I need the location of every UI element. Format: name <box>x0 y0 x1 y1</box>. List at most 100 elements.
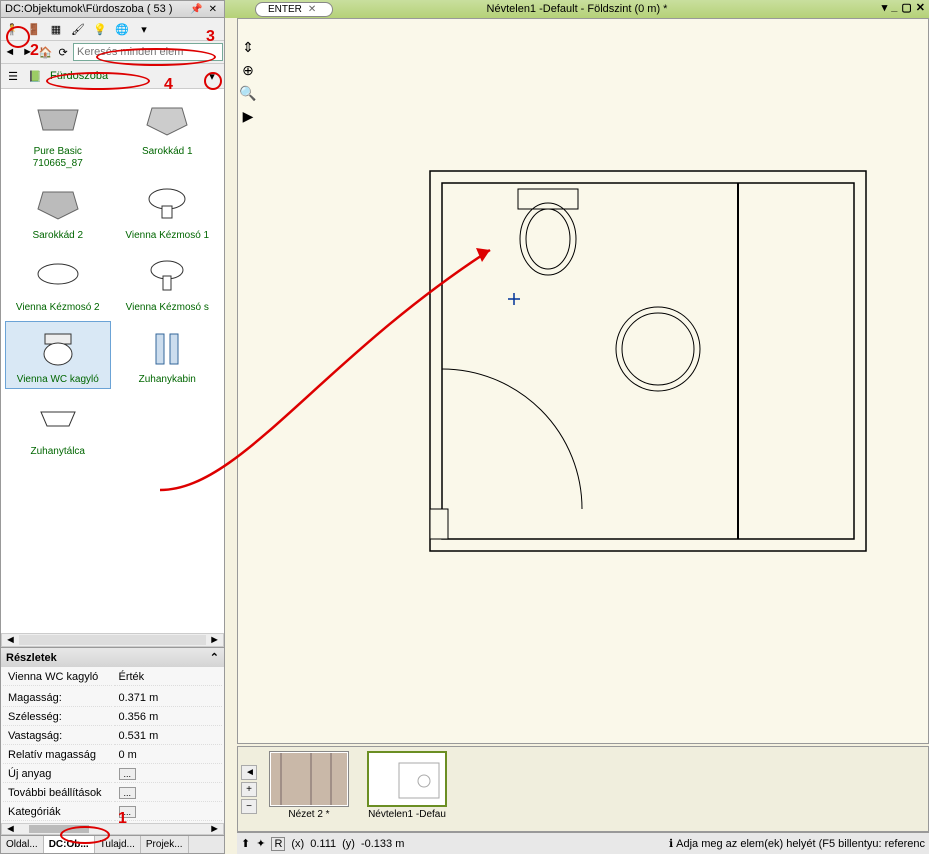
globe-icon[interactable]: 🌐 <box>112 19 132 39</box>
coord-y-label: (y) <box>342 838 355 850</box>
preview-tile[interactable]: Névtelen1 -Defau <box>362 751 452 827</box>
panel-toolbar-1: 🧍 🚪 ▦ 🖌 💡 🌐 ▾ <box>1 18 224 41</box>
zoom-icon[interactable]: 🔍 <box>239 85 256 102</box>
pan-up-down-icon[interactable]: ⇕ <box>242 39 254 56</box>
object-thumb <box>139 180 195 228</box>
details-header[interactable]: Részletek ⌃ <box>1 648 224 667</box>
panel-toolbar-nav: ◄ ► 🏠 ⟳ <box>1 41 224 64</box>
north-icon[interactable]: ⬆ <box>241 837 250 850</box>
panel-tab[interactable]: DC:Ob... <box>44 836 95 853</box>
zoom-plus-icon[interactable]: + <box>241 782 257 797</box>
status-bar: ⬆ ✦ R (x) 0.111 (y) -0.133 m ℹ Adja meg … <box>237 832 929 854</box>
object-item[interactable]: Vienna Kézmosó s <box>115 249 221 317</box>
object-thumb <box>139 252 195 300</box>
detail-key: Vastagság: <box>3 728 112 745</box>
main-area: ENTER ✕ Névtelen1 -Default - Földszint (… <box>225 0 929 854</box>
object-item[interactable]: Pure Basic 710665_87 <box>5 93 111 173</box>
object-item[interactable]: Vienna Kézmosó 2 <box>5 249 111 317</box>
minimize-icon[interactable]: _ <box>889 1 899 14</box>
dropdown-icon[interactable]: ▾ <box>202 66 222 86</box>
preview-nav: ◄ + − <box>238 762 260 817</box>
maximize-icon[interactable]: ▢ <box>899 1 913 14</box>
detail-key: Új anyag <box>3 766 112 783</box>
door-icon[interactable]: 🚪 <box>24 19 44 39</box>
main-titlebar: ENTER ✕ Névtelen1 -Default - Földszint (… <box>225 0 929 18</box>
object-item[interactable]: Zuhanykabin <box>115 321 221 389</box>
preview-tile[interactable]: Nézet 2 * <box>264 751 354 827</box>
detail-key: Relatív magasság <box>3 747 112 764</box>
object-label: Vienna WC kagyló <box>17 374 99 386</box>
object-item[interactable]: Sarokkád 2 <box>5 177 111 245</box>
detail-value[interactable]: 0.371 m <box>114 690 223 707</box>
paint-icon[interactable]: 🖌 <box>68 19 88 39</box>
breadcrumb-text[interactable]: Fürdoszoba <box>47 69 200 83</box>
view-tab-label: ENTER <box>268 4 302 15</box>
back-icon[interactable]: ◄ <box>2 42 18 62</box>
hscroll[interactable]: ◄► <box>1 633 224 647</box>
details-title: Részletek <box>6 652 57 664</box>
pin-icon[interactable]: 📌 <box>187 4 205 15</box>
refresh-icon[interactable]: ⟳ <box>55 42 71 62</box>
object-item[interactable]: Vienna Kézmosó 1 <box>115 177 221 245</box>
relative-icon[interactable]: R <box>271 837 285 851</box>
ellipsis-button[interactable]: ... <box>119 768 137 780</box>
settings-icon[interactable]: ▾ <box>134 19 154 39</box>
bottom-tabs: Oldal...DC:Ob...Tulajd...Projek... <box>1 835 224 853</box>
list-view-icon[interactable]: ☰ <box>3 66 23 86</box>
panel-tab[interactable]: Tulajd... <box>95 836 141 853</box>
home-icon[interactable]: 🏠 <box>38 42 54 62</box>
tab-close-icon[interactable]: ✕ <box>308 4 316 15</box>
ellipsis-button[interactable]: ... <box>119 787 137 799</box>
detail-value[interactable]: 0.531 m <box>114 728 223 745</box>
light-icon[interactable]: 💡 <box>90 19 110 39</box>
minimize-to-tray-icon[interactable]: ▾ <box>880 1 890 14</box>
panel-tab[interactable]: Projek... <box>141 836 189 853</box>
object-label: Vienna Kézmosó 1 <box>125 230 209 242</box>
close-icon[interactable]: ✕ <box>206 4 220 15</box>
object-label: Zuhanykabin <box>139 374 196 386</box>
detail-value[interactable]: ... <box>114 766 223 783</box>
prev-left-icon[interactable]: ◄ <box>241 765 257 780</box>
panel-tab[interactable]: Oldal... <box>1 836 44 853</box>
play-icon[interactable]: ▶ <box>243 108 254 125</box>
zoom-minus-icon[interactable]: − <box>241 799 257 814</box>
view-tab-bar: ENTER ✕ <box>255 0 333 18</box>
catalog-icon[interactable]: 🧍 <box>2 19 22 39</box>
details-panel: Részletek ⌃ Vienna WC kagyló Érték Magas… <box>1 647 224 835</box>
preview-tiles: Nézet 2 *Névtelen1 -Defau <box>260 747 456 831</box>
object-thumb <box>30 324 86 372</box>
object-item[interactable]: Sarokkád 1 <box>115 93 221 173</box>
window-controls: ▾ _ ▢ ✕ <box>880 1 927 14</box>
document-title: Névtelen1 -Default - Földszint (0 m) * <box>487 3 668 15</box>
detail-value[interactable]: 0.356 m <box>114 709 223 726</box>
drawing-canvas[interactable]: ⇕ ⊕ 🔍 ▶ <box>237 18 929 744</box>
collapse-icon[interactable]: ⌃ <box>210 651 219 664</box>
detail-key: További beállítások <box>3 785 112 802</box>
object-label: Sarokkád 2 <box>32 230 83 242</box>
object-item[interactable]: Vienna WC kagyló <box>5 321 111 389</box>
pan-icon[interactable]: ⊕ <box>242 62 254 79</box>
window-close-icon[interactable]: ✕ <box>914 1 927 14</box>
object-item[interactable]: Zuhanytálca <box>5 393 111 461</box>
object-thumb <box>139 324 195 372</box>
search-input[interactable] <box>73 43 223 61</box>
grid-icon[interactable]: ▦ <box>46 19 66 39</box>
detail-value[interactable]: 0 m <box>114 747 223 764</box>
snap-icon[interactable]: ✦ <box>256 837 265 850</box>
status-hint: ℹ Adja meg az elem(ek) helyét (F5 billen… <box>669 837 925 850</box>
ellipsis-button[interactable]: ... <box>119 806 137 818</box>
object-label: Vienna Kézmosó s <box>126 302 209 314</box>
view-tab-enter[interactable]: ENTER ✕ <box>255 2 333 17</box>
objects-grid: Pure Basic 710665_87 Sarokkád 1 Sarokkád 2… <box>1 89 224 633</box>
details-hscroll[interactable]: ◄► <box>1 823 224 835</box>
detail-value[interactable]: ... <box>114 785 223 802</box>
coord-y-value: -0.133 m <box>361 838 404 850</box>
breadcrumb-bar: ☰ 📗 Fürdoszoba ▾ <box>1 64 224 89</box>
folder-icon[interactable]: 📗 <box>25 66 45 86</box>
object-thumb <box>30 396 86 444</box>
object-label: Sarokkád 1 <box>142 146 193 158</box>
detail-value[interactable]: ... <box>114 804 223 821</box>
details-table: Vienna WC kagyló Érték <box>1 667 224 688</box>
object-thumb <box>139 96 195 144</box>
forward-icon[interactable]: ► <box>20 42 36 62</box>
